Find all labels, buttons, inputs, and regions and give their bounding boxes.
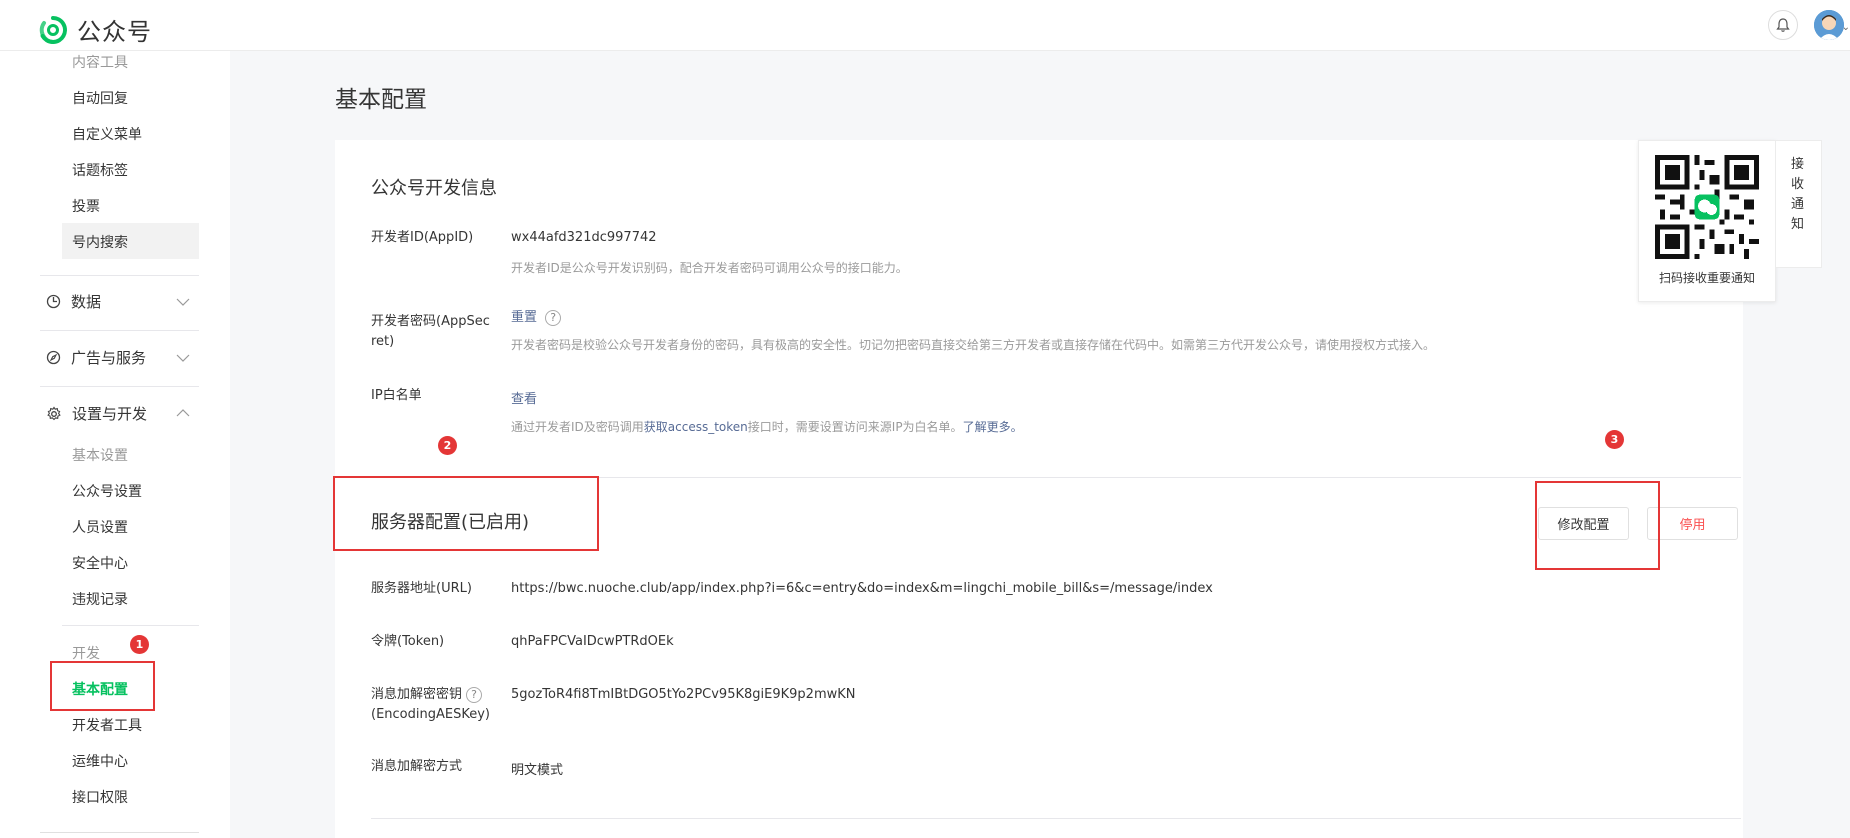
sidebar-item-violation-records[interactable]: 违规记录 — [72, 589, 128, 609]
secret-label-line1: 开发者密码(AppSec — [371, 314, 490, 329]
aes-key-label: 消息加解密密钥? (EncodingAESKey) — [371, 685, 490, 725]
learn-more-link[interactable]: 了解更多。 — [963, 420, 1023, 434]
config-card: 公众号开发信息 开发者ID(AppID) wx44afd321dc997742 … — [333, 140, 1743, 838]
sidebar-divider — [40, 832, 199, 833]
sidebar-item-custom-menu[interactable]: 自定义菜单 — [72, 124, 142, 144]
sidebar-divider — [40, 275, 199, 276]
qr-code-card[interactable]: 扫码接收重要通知 — [1638, 140, 1776, 302]
annotation-badge-1: 1 — [130, 635, 149, 654]
server-url-label: 服务器地址(URL) — [371, 581, 472, 596]
user-avatar-icon — [1814, 10, 1844, 40]
avatar[interactable] — [1814, 10, 1844, 40]
secret-desc: 开发者密码是校验公众号开发者身份的密码，具有极高的安全性。切记勿把密码直接交给第… — [511, 338, 1436, 352]
logo[interactable]: 公众号 — [38, 12, 152, 47]
chevron-down-icon[interactable] — [176, 298, 190, 306]
help-icon[interactable]: ? — [466, 686, 483, 703]
wechat-mp-logo-icon — [39, 15, 67, 44]
compass-icon — [46, 350, 61, 365]
ip-desc-prefix: 通过开发者ID及密码调用 — [511, 420, 644, 434]
annotation-box-3 — [1535, 481, 1660, 570]
section-divider — [371, 818, 1741, 819]
bell-icon — [1776, 18, 1790, 32]
sidebar-subheader-dev: 开发 — [72, 646, 100, 662]
secret-label-line2: ret) — [371, 334, 395, 349]
server-url-value[interactable]: https://bwc.nuoche.club/app/index.php?i=… — [511, 581, 1213, 596]
aes-label-line2: (EncodingAESKey) — [371, 707, 490, 722]
annotation-box-1 — [50, 661, 155, 711]
sidebar-item-account-settings[interactable]: 公众号设置 — [72, 481, 142, 501]
access-token-link[interactable]: 获取access_token — [644, 420, 748, 434]
token-label: 令牌(Token) — [371, 634, 445, 649]
sidebar-item-ops-center[interactable]: 运维中心 — [72, 751, 128, 771]
annotation-badge-3: 3 — [1605, 430, 1624, 449]
sidebar-item-auto-reply[interactable]: 自动回复 — [72, 88, 128, 108]
secret-label: 开发者密码(AppSec ret) — [371, 312, 490, 352]
ip-whitelist-label: IP白名单 — [371, 388, 422, 403]
appid-label: 开发者ID(AppID) — [371, 230, 474, 245]
sidebar-group-settings-dev[interactable]: 设置与开发 — [46, 403, 147, 424]
chevron-down-icon[interactable]: ⌄ — [1842, 22, 1850, 33]
disable-button[interactable]: 停用 — [1647, 507, 1738, 540]
receive-notification-tab[interactable]: 接收通知 — [1776, 140, 1822, 268]
sidebar-divider — [62, 625, 199, 626]
ip-desc-mid: 接口时，需要设置访问来源IP为白名单。 — [747, 420, 963, 434]
help-icon[interactable]: ? — [545, 309, 562, 326]
sidebar-item-api-permissions[interactable]: 接口权限 — [72, 787, 128, 807]
ip-view-row: 查看 — [511, 388, 537, 407]
receive-notification-text: 接收通知 — [1791, 157, 1805, 232]
sidebar-item-vote[interactable]: 投票 — [72, 196, 100, 216]
sidebar-group-data-label: 数据 — [71, 293, 102, 311]
ip-desc: 通过开发者ID及密码调用获取access_token接口时，需要设置访问来源IP… — [511, 418, 1023, 435]
sidebar-divider — [40, 330, 199, 331]
appid-value[interactable]: wx44afd321dc997742 — [511, 230, 657, 245]
secret-reset-link[interactable]: 重置 — [511, 310, 537, 325]
chart-pie-icon — [46, 294, 61, 309]
token-value[interactable]: qhPaFPCVaIDcwPTRdOEk — [511, 634, 674, 649]
sidebar-group-settings-label: 设置与开发 — [72, 405, 148, 423]
annotation-badge-2: 2 — [438, 436, 457, 455]
sidebar-group-ads-services[interactable]: 广告与服务 — [46, 347, 146, 368]
secret-reset-row: 重置 ? — [511, 306, 562, 326]
qr-caption: 扫码接收重要通知 — [1658, 271, 1755, 285]
gear-icon — [47, 406, 61, 420]
sidebar-group-data[interactable]: 数据 — [46, 291, 101, 312]
page-title: 基本配置 — [335, 87, 427, 113]
section-title-dev-info: 公众号开发信息 — [371, 178, 497, 199]
chevron-up-icon[interactable] — [176, 409, 190, 417]
sidebar: 内容工具 自动回复 自定义菜单 话题标签 投票 号内搜索 数据 广告与服务 设置… — [0, 51, 230, 838]
ip-view-link[interactable]: 查看 — [511, 392, 537, 407]
sidebar-item-topic-tags[interactable]: 话题标签 — [72, 160, 128, 180]
encrypt-mode-label: 消息加解密方式 — [371, 759, 463, 774]
sidebar-item-dev-tools[interactable]: 开发者工具 — [72, 715, 142, 735]
sidebar-subheader-basic-settings: 基本设置 — [72, 448, 128, 464]
sidebar-item-content-tools[interactable]: 内容工具 — [72, 52, 128, 72]
qr-code-icon — [1655, 155, 1759, 259]
sidebar-item-staff-settings[interactable]: 人员设置 — [72, 517, 128, 537]
aes-label-line1: 消息加解密密钥 — [371, 687, 463, 702]
encrypt-mode-value: 明文模式 — [511, 763, 564, 778]
annotation-box-2 — [333, 476, 599, 551]
logo-text: 公众号 — [77, 18, 152, 46]
notification-bell-button[interactable] — [1768, 10, 1798, 40]
sidebar-item-in-account-search[interactable]: 号内搜索 — [72, 232, 128, 252]
sidebar-item-security-center[interactable]: 安全中心 — [72, 553, 128, 573]
sidebar-group-ads-label: 广告与服务 — [71, 349, 147, 367]
sidebar-divider — [40, 386, 199, 387]
top-bar: 公众号 ⌄ — [0, 0, 1850, 51]
appid-desc: 开发者ID是公众号开发识别码，配合开发者密码可调用公众号的接口能力。 — [511, 261, 908, 275]
aes-key-value[interactable]: 5gozToR4fi8TmIBtDGO5tYo2PCv95K8giE9K9p2m… — [511, 687, 856, 702]
chevron-down-icon[interactable] — [176, 354, 190, 362]
